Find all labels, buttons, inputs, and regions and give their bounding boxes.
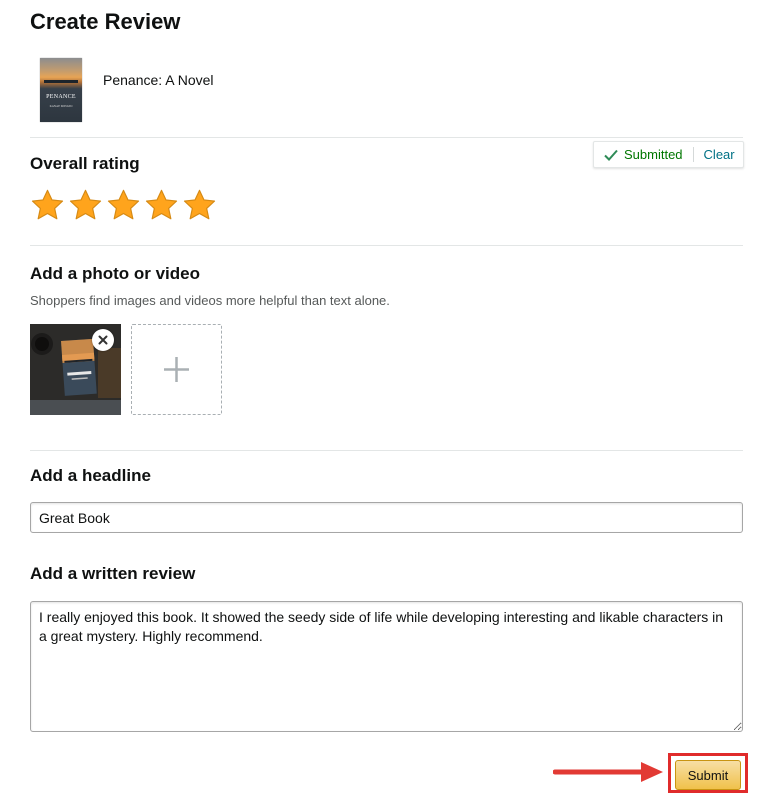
checkmark-icon [604, 149, 618, 161]
rating-status-text: Submitted [624, 147, 683, 162]
star-icon-5[interactable] [182, 188, 217, 223]
status-separator [692, 147, 694, 162]
clear-rating-link[interactable]: Clear [704, 147, 735, 162]
star-icon-4[interactable] [144, 188, 179, 223]
arrow-pointer-icon [553, 762, 663, 782]
star-icon-1[interactable] [30, 188, 65, 223]
close-icon [98, 335, 108, 345]
add-written-review-heading: Add a written review [30, 564, 196, 583]
product-name: Penance: A Novel [103, 72, 214, 88]
add-photo-subtext: Shoppers find images and videos more hel… [30, 293, 390, 308]
rating-status-box: Submitted Clear [593, 141, 744, 168]
cover-title-text: PENANCE [46, 94, 76, 100]
cover-author-text: KANAE MINATO [49, 104, 73, 108]
add-photo-heading: Add a photo or video [30, 264, 200, 283]
uploaded-photo-thumbnail[interactable] [30, 324, 121, 415]
cover-pier-graphic [44, 80, 78, 83]
add-photo-button[interactable] [131, 324, 222, 415]
divider [30, 137, 743, 138]
overall-rating-heading: Overall rating [30, 154, 140, 173]
plus-icon [164, 357, 189, 382]
divider [30, 450, 743, 451]
star-icon-2[interactable] [68, 188, 103, 223]
divider [30, 245, 743, 246]
remove-photo-button[interactable] [92, 329, 114, 351]
submit-button[interactable]: Submit [675, 760, 741, 790]
written-review-textarea[interactable]: I really enjoyed this book. It showed th… [30, 601, 743, 732]
headline-input[interactable] [30, 502, 743, 533]
add-headline-heading: Add a headline [30, 466, 151, 485]
page-title: Create Review [30, 9, 181, 34]
star-icon-3[interactable] [106, 188, 141, 223]
product-cover-image: PENANCE KANAE MINATO [40, 58, 82, 122]
star-rating [30, 188, 217, 223]
